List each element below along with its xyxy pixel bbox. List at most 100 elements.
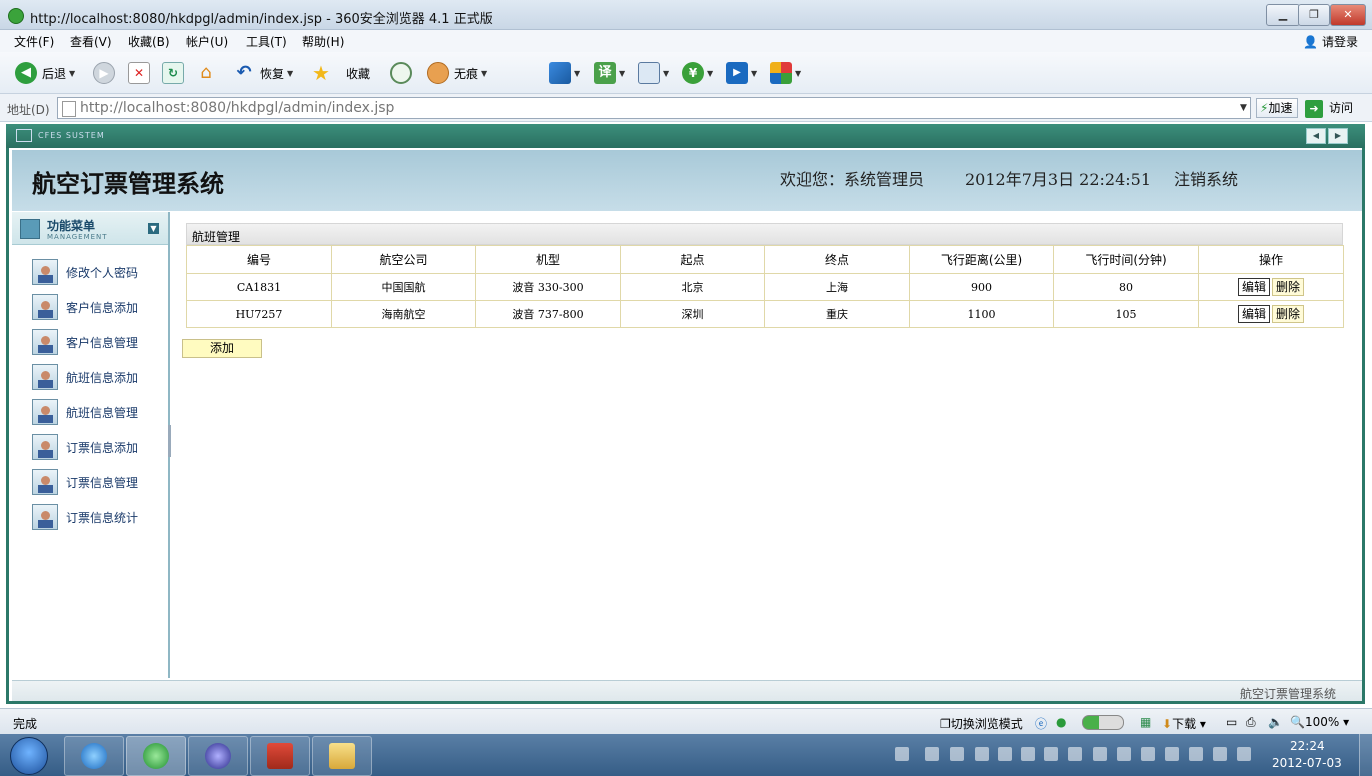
menu-help[interactable]: 帮助(H) xyxy=(302,33,344,50)
back-dropdown-icon[interactable]: ▼ xyxy=(69,69,75,78)
restore-button[interactable]: ↶ 恢复 ▼ xyxy=(233,62,293,84)
tray-icon[interactable] xyxy=(998,747,1012,761)
tray-icon[interactable] xyxy=(1117,747,1131,761)
taskbar-360-browser[interactable] xyxy=(126,736,186,776)
page-tools-icon[interactable]: ▭ xyxy=(1226,715,1237,729)
stop-button[interactable]: ✕ xyxy=(128,62,150,84)
sidebar-splitter-handle[interactable] xyxy=(168,425,171,457)
restore-dropdown-icon[interactable]: ▼ xyxy=(287,69,293,78)
volume-tray-icon[interactable] xyxy=(1237,747,1251,761)
sidebar-item-manage-bookings[interactable]: 订票信息管理 xyxy=(32,468,162,496)
video-dropdown-icon[interactable]: ▼ xyxy=(751,69,757,78)
sidebar-item-add-flight[interactable]: 航班信息添加 xyxy=(32,363,162,391)
address-bar: 地址(D) http://localhost:8080/hkdpgl/admin… xyxy=(0,94,1372,122)
back-button[interactable]: ◀ 后退 ▼ xyxy=(15,62,75,84)
sidebar-item-change-password[interactable]: 修改个人密码 xyxy=(32,258,162,286)
app-box-button[interactable]: ▼ xyxy=(549,62,580,84)
column-header: 航空公司 xyxy=(331,245,476,274)
speed-up-button[interactable]: ⚡加速 xyxy=(1256,98,1298,118)
shopping-dropdown-icon[interactable]: ▼ xyxy=(707,69,713,78)
sidebar-item-manage-flights[interactable]: 航班信息管理 xyxy=(32,398,162,426)
window-title: http://localhost:8080/hkdpgl/admin/index… xyxy=(30,12,493,27)
tray-icon[interactable] xyxy=(1044,747,1058,761)
screenshot-dropdown-icon[interactable]: ▼ xyxy=(663,69,669,78)
nav-prev-button[interactable]: ◀ xyxy=(1306,128,1326,144)
login-link[interactable]: 👤 请登录 xyxy=(1303,33,1358,50)
sidebar-title: 功能菜单 xyxy=(47,219,96,233)
visit-button[interactable]: ➜ 访问 xyxy=(1305,98,1367,118)
switch-mode-button[interactable]: ❐切换浏览模式 xyxy=(940,715,1023,732)
taskbar-explorer[interactable] xyxy=(312,736,372,776)
ie-engine-icon[interactable]: ⓔ xyxy=(1035,715,1047,732)
download-button[interactable]: ⬇下载 ▾ xyxy=(1162,715,1206,732)
incognito-dropdown-icon[interactable]: ▼ xyxy=(481,69,487,78)
favorites-button[interactable]: ★ 收藏 xyxy=(310,62,370,84)
menu-view[interactable]: 查看(V) xyxy=(70,33,112,50)
home-button[interactable]: ⌂ xyxy=(195,62,217,84)
flag-tray-icon[interactable] xyxy=(1165,747,1179,761)
flights-table: 编号 航空公司 机型 起点 终点 飞行距离(公里) 飞行时间(分钟) 操作 CA… xyxy=(186,245,1344,328)
shopping-button[interactable]: ¥ ▼ xyxy=(682,62,713,84)
tray-icon[interactable] xyxy=(1093,747,1107,761)
shield-tray-icon[interactable] xyxy=(1021,747,1035,761)
edit-button[interactable]: 编辑 xyxy=(1237,305,1270,323)
tray-icon[interactable] xyxy=(1141,747,1155,761)
flight-id: CA1831 xyxy=(186,273,332,301)
sidebar-item-booking-stats[interactable]: 订票信息统计 xyxy=(32,503,162,531)
delete-button[interactable]: 删除 xyxy=(1272,305,1305,323)
sound-icon[interactable]: 🔈 xyxy=(1268,715,1283,729)
show-desktop-button[interactable] xyxy=(1359,734,1372,776)
incognito-button[interactable]: 无痕 ▼ xyxy=(427,62,487,84)
collapse-icon[interactable]: ▼ xyxy=(148,223,159,234)
forward-button[interactable]: ▶ xyxy=(93,62,115,84)
translate-dropdown-icon[interactable]: ▼ xyxy=(619,69,625,78)
translate-button[interactable]: 译 ▼ xyxy=(594,62,625,84)
tray-icon[interactable] xyxy=(975,747,989,761)
tray-icon[interactable] xyxy=(950,747,964,761)
speed-check-button[interactable] xyxy=(390,62,412,84)
tray-icon[interactable] xyxy=(1068,747,1082,761)
maximize-button[interactable]: ❐ xyxy=(1298,4,1330,26)
address-dropdown-icon[interactable]: ▼ xyxy=(1237,98,1250,118)
menu-account[interactable]: 帐户(U) xyxy=(186,33,228,50)
clock-time[interactable]: 22:24 xyxy=(1290,739,1325,753)
video-button[interactable]: ▶ ▼ xyxy=(726,62,757,84)
keyboard-tray-icon[interactable] xyxy=(895,747,909,761)
nav-next-button[interactable]: ▶ xyxy=(1328,128,1348,144)
network-tray-icon[interactable] xyxy=(1213,747,1227,761)
delete-button[interactable]: 删除 xyxy=(1272,278,1305,296)
favorites-label: 收藏 xyxy=(346,66,371,81)
sidebar-item-add-customer[interactable]: 客户信息添加 xyxy=(32,293,162,321)
add-flight-button[interactable]: 添加 xyxy=(182,339,262,358)
calculator-icon[interactable]: ▦ xyxy=(1140,715,1151,729)
sidebar-item-add-booking[interactable]: 订票信息添加 xyxy=(32,433,162,461)
secure-engine-icon[interactable]: ● xyxy=(1056,715,1066,729)
sidebar-item-manage-customers[interactable]: 客户信息管理 xyxy=(32,328,162,356)
toggle-switch[interactable] xyxy=(1082,715,1124,733)
menu-tools[interactable]: 工具(T) xyxy=(246,33,287,50)
folder-icon xyxy=(329,743,355,769)
apps-dropdown-icon[interactable]: ▼ xyxy=(795,69,801,78)
clock-date[interactable]: 2012-07-03 xyxy=(1272,756,1342,770)
taskbar-eclipse[interactable] xyxy=(188,736,248,776)
logout-link[interactable]: 注销系统 xyxy=(1174,166,1238,190)
close-button[interactable]: ✕ xyxy=(1330,4,1366,26)
minimize-button[interactable]: ▁ xyxy=(1266,4,1300,26)
speedometer-icon xyxy=(390,62,412,84)
address-input[interactable]: http://localhost:8080/hkdpgl/admin/index… xyxy=(57,97,1251,119)
print-icon[interactable]: ⎙ xyxy=(1246,715,1256,730)
start-button[interactable] xyxy=(10,737,48,775)
apps-button[interactable]: ▼ xyxy=(770,62,801,84)
screenshot-button[interactable]: ▼ xyxy=(638,62,669,84)
tray-icon[interactable] xyxy=(1189,747,1203,761)
zoom-control[interactable]: 🔍100% ▾ xyxy=(1290,715,1349,729)
tray-icon[interactable] xyxy=(925,747,939,761)
taskbar-toolbox[interactable] xyxy=(250,736,310,776)
menu-favorites[interactable]: 收藏(B) xyxy=(128,33,170,50)
menu-file[interactable]: 文件(F) xyxy=(14,33,54,50)
home-icon: ⌂ xyxy=(200,62,212,83)
app-box-dropdown-icon[interactable]: ▼ xyxy=(574,69,580,78)
refresh-button[interactable]: ↻ xyxy=(162,62,184,84)
edit-button[interactable]: 编辑 xyxy=(1237,278,1270,296)
taskbar-ie[interactable] xyxy=(64,736,124,776)
